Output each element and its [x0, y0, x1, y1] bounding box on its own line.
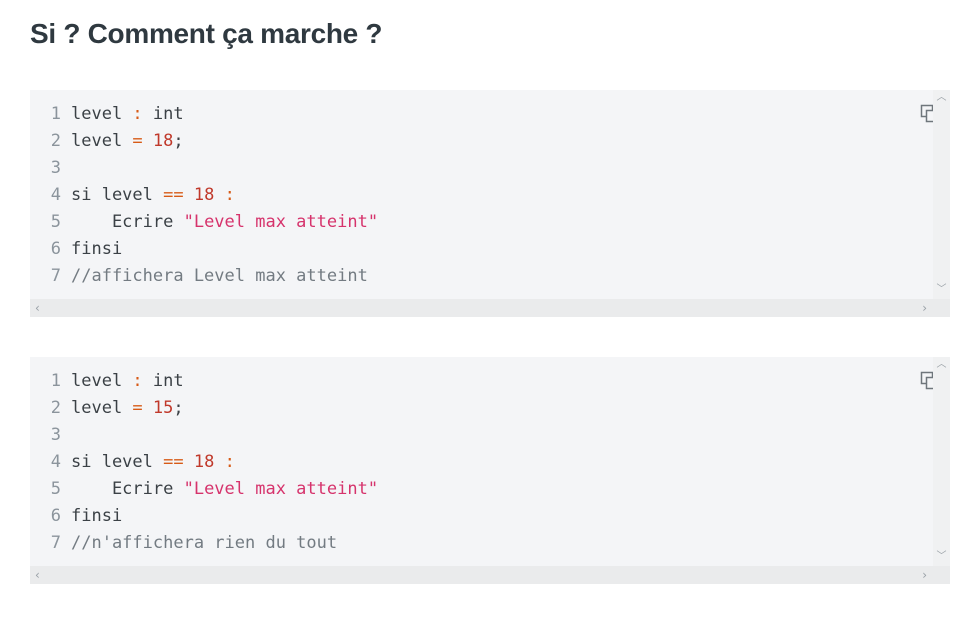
- scroll-up-icon[interactable]: ︿: [936, 359, 947, 370]
- code-token: ==: [163, 185, 184, 205]
- code-text: level : int: [71, 101, 184, 128]
- code-text: finsi: [71, 503, 122, 530]
- code-token: ;: [173, 131, 184, 151]
- code-token: int: [142, 371, 184, 391]
- code-token: 15: [152, 398, 174, 418]
- code-token: int: [142, 104, 184, 124]
- code-line: 4 si level == 18 :: [30, 449, 930, 476]
- code-token: "Level max atteint": [183, 479, 379, 499]
- vertical-scrollbar[interactable]: ︿ ﹀: [933, 90, 950, 299]
- code-token: level: [71, 104, 133, 124]
- code-line: 7 //affichera Level max atteint: [30, 263, 930, 290]
- code-line: 4 si level == 18 :: [30, 182, 930, 209]
- code-text: Ecrire "Level max atteint": [71, 476, 378, 503]
- code-line: 2 level = 18;: [30, 128, 930, 155]
- code-line: 6 finsi: [30, 503, 930, 530]
- line-number: 3: [50, 425, 61, 445]
- scroll-left-icon[interactable]: ‹: [35, 568, 40, 582]
- code-line: 5 Ecrire "Level max atteint": [30, 209, 930, 236]
- line-number: 4: [50, 452, 61, 472]
- code-text: level : int: [71, 368, 184, 395]
- code-token: //n'affichera rien du tout: [71, 533, 338, 553]
- code-line: 7 //n'affichera rien du tout: [30, 530, 930, 557]
- code-token: :: [224, 452, 235, 472]
- code-block: 1 level : int 2 level = 15; 3 4 si level == 18…: [30, 357, 950, 584]
- line-number: 4: [50, 185, 61, 205]
- scroll-down-icon[interactable]: ﹀: [936, 551, 947, 562]
- code-text: si level == 18 :: [71, 182, 235, 209]
- code-text: level = 18;: [71, 128, 184, 155]
- line-number: 6: [50, 239, 61, 259]
- code-line: 1 level : int: [30, 101, 930, 128]
- code-token: :: [132, 104, 143, 124]
- code-line: 3: [30, 155, 930, 182]
- code-block: 1 level : int 2 level = 18; 3 4 si level == 18…: [30, 90, 950, 317]
- scroll-down-icon[interactable]: ﹀: [936, 284, 947, 295]
- code-text: finsi: [71, 236, 122, 263]
- code-token: :: [132, 371, 143, 391]
- code-token: level: [71, 131, 133, 151]
- code-token: 18: [193, 185, 215, 205]
- horizontal-scrollbar[interactable]: ‹ ›: [30, 299, 950, 317]
- line-number: 5: [50, 479, 61, 499]
- code-token: ==: [163, 452, 184, 472]
- code-token: =: [132, 131, 143, 151]
- code-token: Ecrire: [71, 212, 184, 232]
- code-text: level = 15;: [71, 395, 184, 422]
- code-token: ;: [173, 398, 184, 418]
- code-lines: 1 level : int 2 level = 15; 3 4 si level == 18…: [30, 368, 930, 557]
- code-line: 3: [30, 422, 930, 449]
- code-token: =: [132, 398, 143, 418]
- code-token: Ecrire: [71, 479, 184, 499]
- code-text: si level == 18 :: [71, 449, 235, 476]
- scroll-right-icon[interactable]: ›: [922, 568, 927, 582]
- code-token: //affichera Level max atteint: [71, 266, 368, 286]
- scroll-up-icon[interactable]: ︿: [936, 92, 947, 103]
- code-token: level: [71, 371, 133, 391]
- line-number: 2: [50, 131, 61, 151]
- code-text: //n'affichera rien du tout: [71, 530, 337, 557]
- code-line: 6 finsi: [30, 236, 930, 263]
- line-number: 2: [50, 398, 61, 418]
- code-line: 2 level = 15;: [30, 395, 930, 422]
- code-text: Ecrire "Level max atteint": [71, 209, 378, 236]
- code-line: 5 Ecrire "Level max atteint": [30, 476, 930, 503]
- code-line: 1 level : int: [30, 368, 930, 395]
- scroll-right-icon[interactable]: ›: [922, 301, 927, 315]
- vertical-scrollbar[interactable]: ︿ ﹀: [933, 357, 950, 566]
- page-title: Si ? Comment ça marche ?: [30, 18, 383, 49]
- line-number: 7: [50, 533, 61, 553]
- code-text: //affichera Level max atteint: [71, 263, 368, 290]
- code-token: 18: [193, 452, 215, 472]
- line-number: 1: [50, 371, 61, 391]
- code-lines: 1 level : int 2 level = 18; 3 4 si level == 18…: [30, 101, 930, 290]
- scroll-left-icon[interactable]: ‹: [35, 301, 40, 315]
- line-number: 3: [50, 158, 61, 178]
- code-token: :: [224, 185, 235, 205]
- code-token: finsi: [71, 506, 123, 526]
- horizontal-scrollbar[interactable]: ‹ ›: [30, 566, 950, 584]
- code-token: si level: [71, 452, 164, 472]
- line-number: 5: [50, 212, 61, 232]
- line-number: 6: [50, 506, 61, 526]
- line-number: 1: [50, 104, 61, 124]
- code-token: finsi: [71, 239, 123, 259]
- code-token: "Level max atteint": [183, 212, 379, 232]
- code-token: 18: [152, 131, 174, 151]
- code-token: si level: [71, 185, 164, 205]
- line-number: 7: [50, 266, 61, 286]
- code-token: level: [71, 398, 133, 418]
